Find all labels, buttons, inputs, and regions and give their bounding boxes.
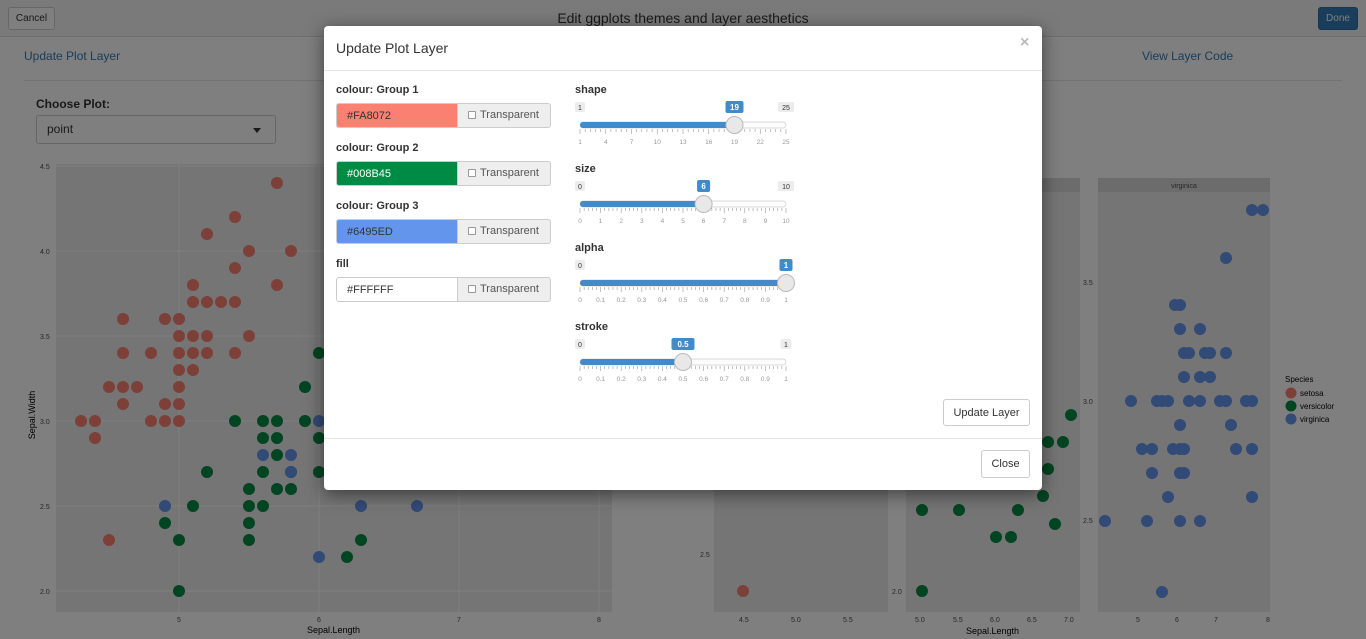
slider-handle[interactable] [777,274,795,292]
slider-tick-label: 0.9 [761,376,770,383]
transparent-label: Transparent [480,167,539,179]
slider-tick-label: 0.1 [596,376,605,383]
slider-tick-label: 0.2 [617,376,626,383]
slider-min-label: 0 [578,263,582,270]
slider-tick-label: 8 [743,218,747,225]
slider-tick-label: 0 [578,376,582,383]
slider-value-label: 6 [701,182,706,191]
transparent-label: Transparent [480,283,539,295]
checkbox-icon[interactable] [468,111,476,119]
slider-tick-label: 0.8 [740,376,749,383]
slider-tick-label: 0.4 [658,297,667,304]
stroke-slider[interactable]: 0 1 0.5 0 0.1 0.2 0.3 0.4 0.5 0.6 0.7 0.8 0.9 1 [570,337,795,397]
slider-tick-label: 0.3 [637,297,646,304]
colour-group2-transparent-toggle[interactable]: Transparent [457,161,551,186]
slider-tick-label: 7 [630,139,634,146]
slider-handle[interactable] [725,116,744,134]
slider-tick-label: 0.4 [658,376,667,383]
slider-tick-label: 22 [757,139,765,146]
slider-tick-label: 9 [764,218,768,225]
alpha-slider-label: alpha [575,242,604,254]
slider-tick-label: 0.8 [740,297,749,304]
slider-tick-label: 0.6 [699,376,708,383]
transparent-label: Transparent [480,109,539,121]
colour-group2-label: colour: Group 2 [336,142,419,154]
checkbox-icon[interactable] [468,227,476,235]
slider-tick-label: 1 [599,218,603,225]
slider-tick-label: 0.1 [596,297,605,304]
size-slider-label: size [575,163,596,175]
slider-tick-label: 0 [578,218,582,225]
slider-tick-label: 5 [681,218,685,225]
slider-min-label: 0 [578,342,582,349]
slider-tick-label: 1 [784,297,788,304]
slider-min-label: 0 [578,184,582,191]
slider-handle[interactable] [674,353,692,371]
close-icon[interactable]: × [1020,34,1029,52]
colour-group1-label: colour: Group 1 [336,84,419,96]
slider-tick-label: 0.2 [617,297,626,304]
fill-input[interactable]: #FFFFFF [336,277,458,302]
update-layer-button[interactable]: Update Layer [943,399,1030,426]
slider-fill [580,359,683,365]
slider-tick-label: 0.5 [678,297,687,304]
slider-fill [580,280,786,286]
checkbox-icon[interactable] [468,285,476,293]
slider-fill [580,201,704,207]
slider-tick-label: 0.7 [720,297,729,304]
slider-tick-label: 1 [578,139,582,146]
slider-value-label: 19 [730,103,739,112]
modal-footer-divider [324,438,1042,439]
modal-title: Update Plot Layer [336,40,449,56]
slider-handle[interactable] [694,195,713,213]
slider-tick-label: 1 [784,376,788,383]
slider-tick-label: 4 [661,218,665,225]
slider-value-label: 1 [784,261,789,270]
close-button[interactable]: Close [981,450,1030,478]
shape-slider-label: shape [575,84,607,96]
slider-value-label: 0.5 [677,340,689,349]
slider-tick-label: 16 [705,139,713,146]
colour-group3-transparent-toggle[interactable]: Transparent [457,219,551,244]
fill-transparent-toggle[interactable]: Transparent [457,277,551,302]
slider-tick-label: 0.7 [720,376,729,383]
slider-tick-label: 0.3 [637,376,646,383]
slider-tick-label: 25 [782,139,790,146]
slider-tick-label: 4 [604,139,608,146]
slider-tick-label: 13 [679,139,687,146]
update-plot-layer-modal: Update Plot Layer × colour: Group 1 #FA8… [324,26,1042,490]
slider-tick-label: 0.6 [699,297,708,304]
slider-tick-label: 3 [640,218,644,225]
slider-tick-label: 7 [722,218,726,225]
colour-group1-transparent-toggle[interactable]: Transparent [457,103,551,128]
slider-tick-label: 2 [619,218,623,225]
colour-group3-label: colour: Group 3 [336,200,419,212]
colour-group3-input[interactable]: #6495ED [336,219,458,244]
size-slider[interactable]: 0 10 6 0 1 2 3 4 5 6 7 8 9 10 [570,179,795,239]
slider-tick-label: 10 [782,218,790,225]
stroke-slider-label: stroke [575,321,609,333]
slider-tick-label: 19 [731,139,739,146]
slider-tick-label: 10 [654,139,662,146]
slider-max-label: 10 [782,184,790,191]
slider-min-label: 1 [578,105,582,112]
slider-tick-label: 0 [578,297,582,304]
slider-fill [580,122,735,128]
alpha-slider[interactable]: 0 1 0 0.1 0.2 0.3 0.4 0.5 0.6 0.7 0.8 0.9 1 [570,258,795,318]
slider-tick-label: 6 [702,218,706,225]
slider-max-label: 25 [782,105,790,112]
slider-tick-label: 0.5 [678,376,687,383]
colour-group2-input[interactable]: #008B45 [336,161,458,186]
slider-tick-label: 0.9 [761,297,770,304]
transparent-label: Transparent [480,225,539,237]
colour-group1-input[interactable]: #FA8072 [336,103,458,128]
checkbox-icon[interactable] [468,169,476,177]
slider-max-label: 1 [784,342,788,349]
modal-header: Update Plot Layer × [324,26,1042,71]
fill-label: fill [336,258,349,270]
shape-slider[interactable]: 1 25 19 1 4 7 10 13 16 19 22 25 [570,100,795,160]
